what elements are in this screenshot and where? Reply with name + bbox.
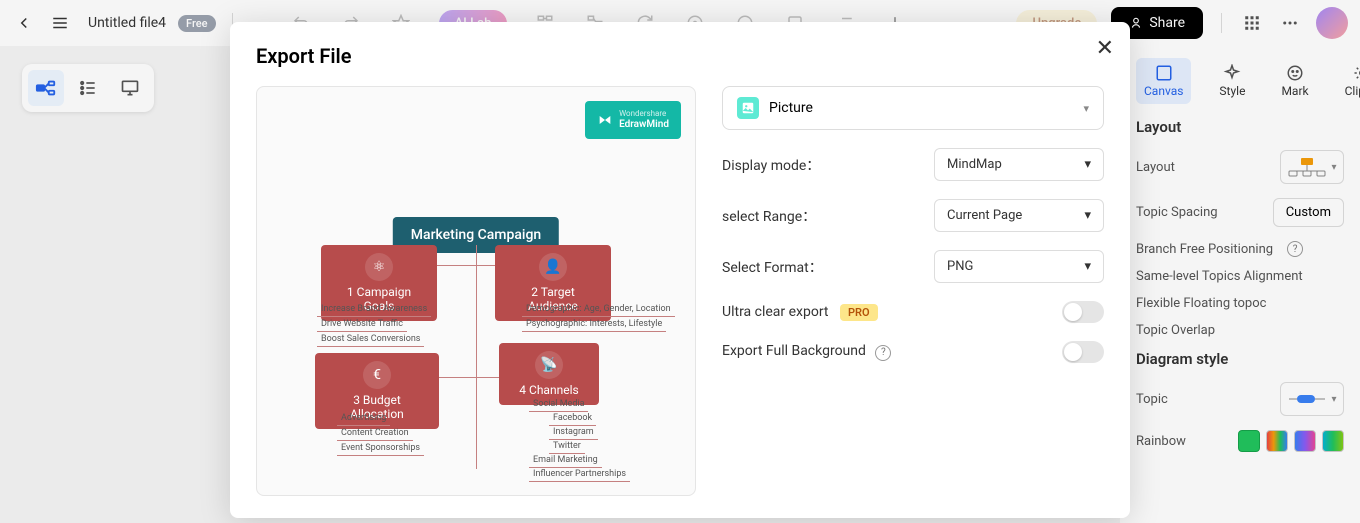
export-preview: Wondershare EdrawMind Marketing Campaign…	[256, 86, 696, 496]
ultra-clear-label: Ultra clear export	[722, 304, 829, 320]
export-type-label: Picture	[769, 100, 813, 116]
display-mode-select[interactable]: MindMap ▾	[934, 148, 1104, 181]
picture-icon	[737, 97, 759, 119]
chevron-down-icon: ▾	[1084, 208, 1091, 223]
modal-title: Export File	[256, 44, 1104, 68]
range-select[interactable]: Current Page ▾	[934, 199, 1104, 232]
edrawmind-watermark: Wondershare EdrawMind	[585, 101, 681, 139]
export-controls: Picture ▾ Display mode： MindMap ▾ select…	[722, 86, 1104, 496]
format-label: Select Format：	[722, 257, 823, 277]
full-bg-toggle[interactable]	[1062, 341, 1104, 363]
format-select[interactable]: PNG ▾	[934, 250, 1104, 283]
display-mode-label: Display mode：	[722, 155, 820, 175]
full-bg-label: Export Full Background	[722, 343, 866, 359]
modal-backdrop: ✕ Export File Wondershare EdrawMind Mark…	[0, 0, 1360, 523]
export-type-select[interactable]: Picture ▾	[722, 86, 1104, 130]
help-icon[interactable]: ?	[875, 345, 891, 361]
chevron-down-icon: ▾	[1084, 157, 1091, 172]
chevron-down-icon: ▾	[1083, 102, 1089, 115]
close-icon[interactable]: ✕	[1096, 36, 1114, 61]
export-modal: ✕ Export File Wondershare EdrawMind Mark…	[230, 22, 1130, 518]
range-label: select Range：	[722, 206, 816, 226]
mm-node-channels: 📡 4 Channels	[499, 343, 599, 405]
ultra-clear-toggle[interactable]	[1062, 301, 1104, 323]
pro-badge: PRO	[840, 304, 878, 321]
chevron-down-icon: ▾	[1084, 259, 1091, 274]
